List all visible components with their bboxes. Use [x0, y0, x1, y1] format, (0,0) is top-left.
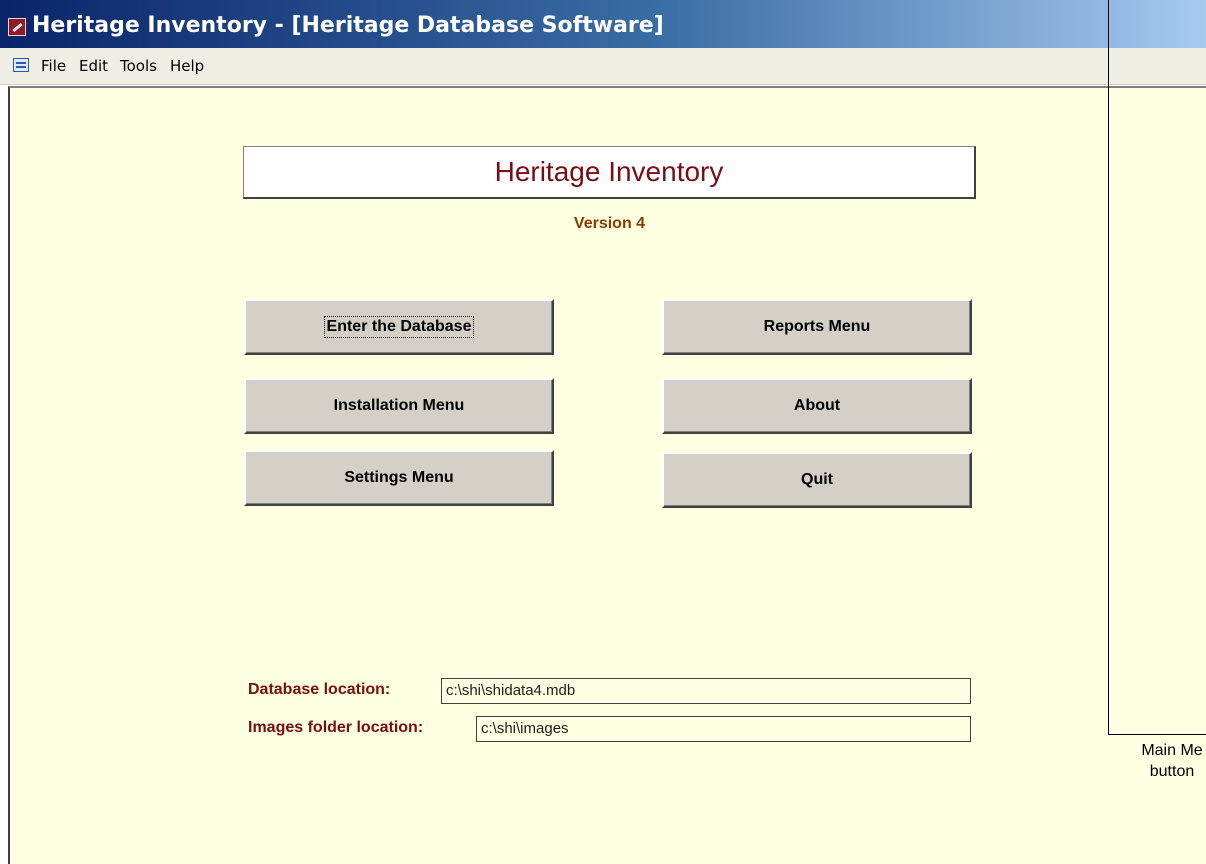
- enter-database-label: Enter the Database: [323, 316, 475, 338]
- menu-tools-label: Tools: [120, 57, 157, 75]
- reports-menu-button[interactable]: Reports Menu: [662, 299, 972, 355]
- callout-annotation: Main Me button: [1112, 740, 1206, 782]
- callout-line-vertical: [1108, 0, 1109, 735]
- installation-menu-label: Installation Menu: [333, 397, 465, 414]
- window-title: Heritage Inventory - [Heritage Database …: [32, 13, 664, 38]
- database-location-field[interactable]: c:\shi\shidata4.mdb: [441, 678, 971, 704]
- menu-help-label: Help: [170, 57, 205, 75]
- settings-menu-label: Settings Menu: [344, 469, 454, 486]
- menu-file-label: File: [41, 57, 67, 75]
- access-app-icon[interactable]: [8, 18, 26, 36]
- reports-menu-label: Reports Menu: [763, 318, 871, 335]
- callout-line-horizontal: [1108, 734, 1206, 735]
- version-label: Version 4: [573, 215, 646, 232]
- menu-file[interactable]: File: [41, 57, 66, 75]
- menu-help[interactable]: Help: [170, 57, 204, 75]
- app-heading: Heritage Inventory: [494, 156, 724, 187]
- main-menu-form: [8, 86, 1206, 864]
- settings-menu-button[interactable]: Settings Menu: [244, 450, 554, 506]
- menu-edit[interactable]: Edit: [79, 57, 108, 75]
- window-title-bar[interactable]: Heritage Inventory - [Heritage Database …: [0, 0, 1206, 48]
- menu-edit-label: Edit: [79, 57, 109, 75]
- installation-menu-button[interactable]: Installation Menu: [244, 378, 554, 434]
- images-location-field[interactable]: c:\shi\images: [476, 716, 971, 742]
- database-location-label: Database location:: [248, 681, 391, 698]
- about-label: About: [793, 397, 841, 414]
- menu-tools[interactable]: Tools: [120, 57, 157, 75]
- about-button[interactable]: About: [662, 378, 972, 434]
- form-document-icon[interactable]: [13, 58, 29, 72]
- callout-line-1: Main Me: [1141, 742, 1203, 759]
- images-location-label: Images folder location:: [248, 719, 424, 736]
- heading-box: Heritage Inventory: [243, 146, 976, 199]
- callout-line-2: button: [1149, 763, 1195, 780]
- quit-button[interactable]: Quit: [662, 452, 972, 508]
- enter-database-button[interactable]: Enter the Database: [244, 299, 554, 355]
- quit-label: Quit: [801, 471, 833, 488]
